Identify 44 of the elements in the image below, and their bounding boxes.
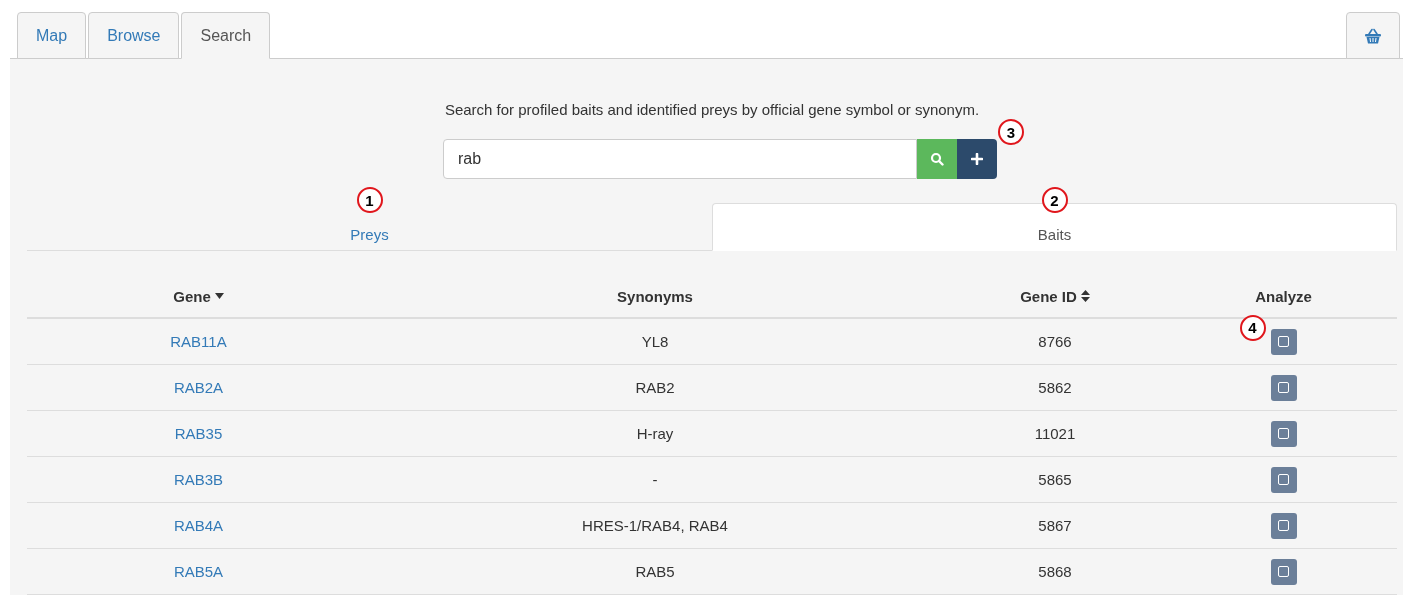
callout-number: 4 xyxy=(1239,314,1266,341)
table-cell: 11021 xyxy=(1034,425,1076,442)
basket-button[interactable] xyxy=(1346,12,1400,59)
basket-icon xyxy=(1364,27,1382,44)
table-cell: - xyxy=(652,471,658,488)
nav-tab[interactable]: Map xyxy=(17,12,87,59)
table-cell: H-ray xyxy=(636,425,674,442)
gene-link[interactable]: RAB5A xyxy=(173,563,224,580)
analyze-button[interactable] xyxy=(1270,420,1297,447)
table-cell: 5867 xyxy=(1038,517,1072,534)
table-cell: HRES-1/RAB4, RAB4 xyxy=(582,517,728,534)
gene-link[interactable]: RAB11A xyxy=(170,333,227,350)
table-cell: RAB2 xyxy=(635,379,675,396)
nav-tab[interactable]: Browse xyxy=(88,12,180,59)
analyze-button[interactable] xyxy=(1270,328,1297,355)
analyze-button[interactable] xyxy=(1270,558,1297,585)
table-cell: RAB5 xyxy=(635,563,675,580)
sort-down-icon xyxy=(214,293,224,299)
table-cell: 5868 xyxy=(1038,563,1072,580)
table-cell: YL8 xyxy=(641,333,669,350)
column-header[interactable]: Synonyms xyxy=(617,287,693,305)
nav-tab[interactable]: Search xyxy=(181,12,271,59)
search-field[interactable]: rab xyxy=(443,139,917,179)
gene-link[interactable]: RAB3B xyxy=(173,471,224,488)
column-header[interactable]: Analyze xyxy=(1255,287,1312,305)
plus-icon xyxy=(971,153,983,165)
gene-link[interactable]: RAB35 xyxy=(174,425,223,442)
table-cell: 5865 xyxy=(1038,471,1072,488)
analyze-button[interactable] xyxy=(1270,466,1297,493)
callout-number: 2 xyxy=(1041,187,1068,213)
sort-icon xyxy=(1080,290,1090,302)
callout-number: 1 xyxy=(356,187,383,213)
column-header[interactable]: Gene ID xyxy=(1020,287,1090,305)
table-cell: 8766 xyxy=(1038,333,1072,350)
analyze-button[interactable] xyxy=(1270,374,1297,401)
table-cell: 5862 xyxy=(1038,379,1072,396)
gene-link[interactable]: RAB2A xyxy=(173,379,224,396)
instruction-text: Search for profiled baits and identified preys by official gene symbol or synonym. xyxy=(443,100,981,120)
add-button[interactable] xyxy=(957,139,997,179)
gene-link[interactable]: RAB4A xyxy=(173,517,224,534)
callout-number: 3 xyxy=(998,119,1024,145)
search-icon xyxy=(930,152,944,166)
column-header[interactable]: Gene xyxy=(173,287,224,305)
analyze-button[interactable] xyxy=(1270,512,1297,539)
